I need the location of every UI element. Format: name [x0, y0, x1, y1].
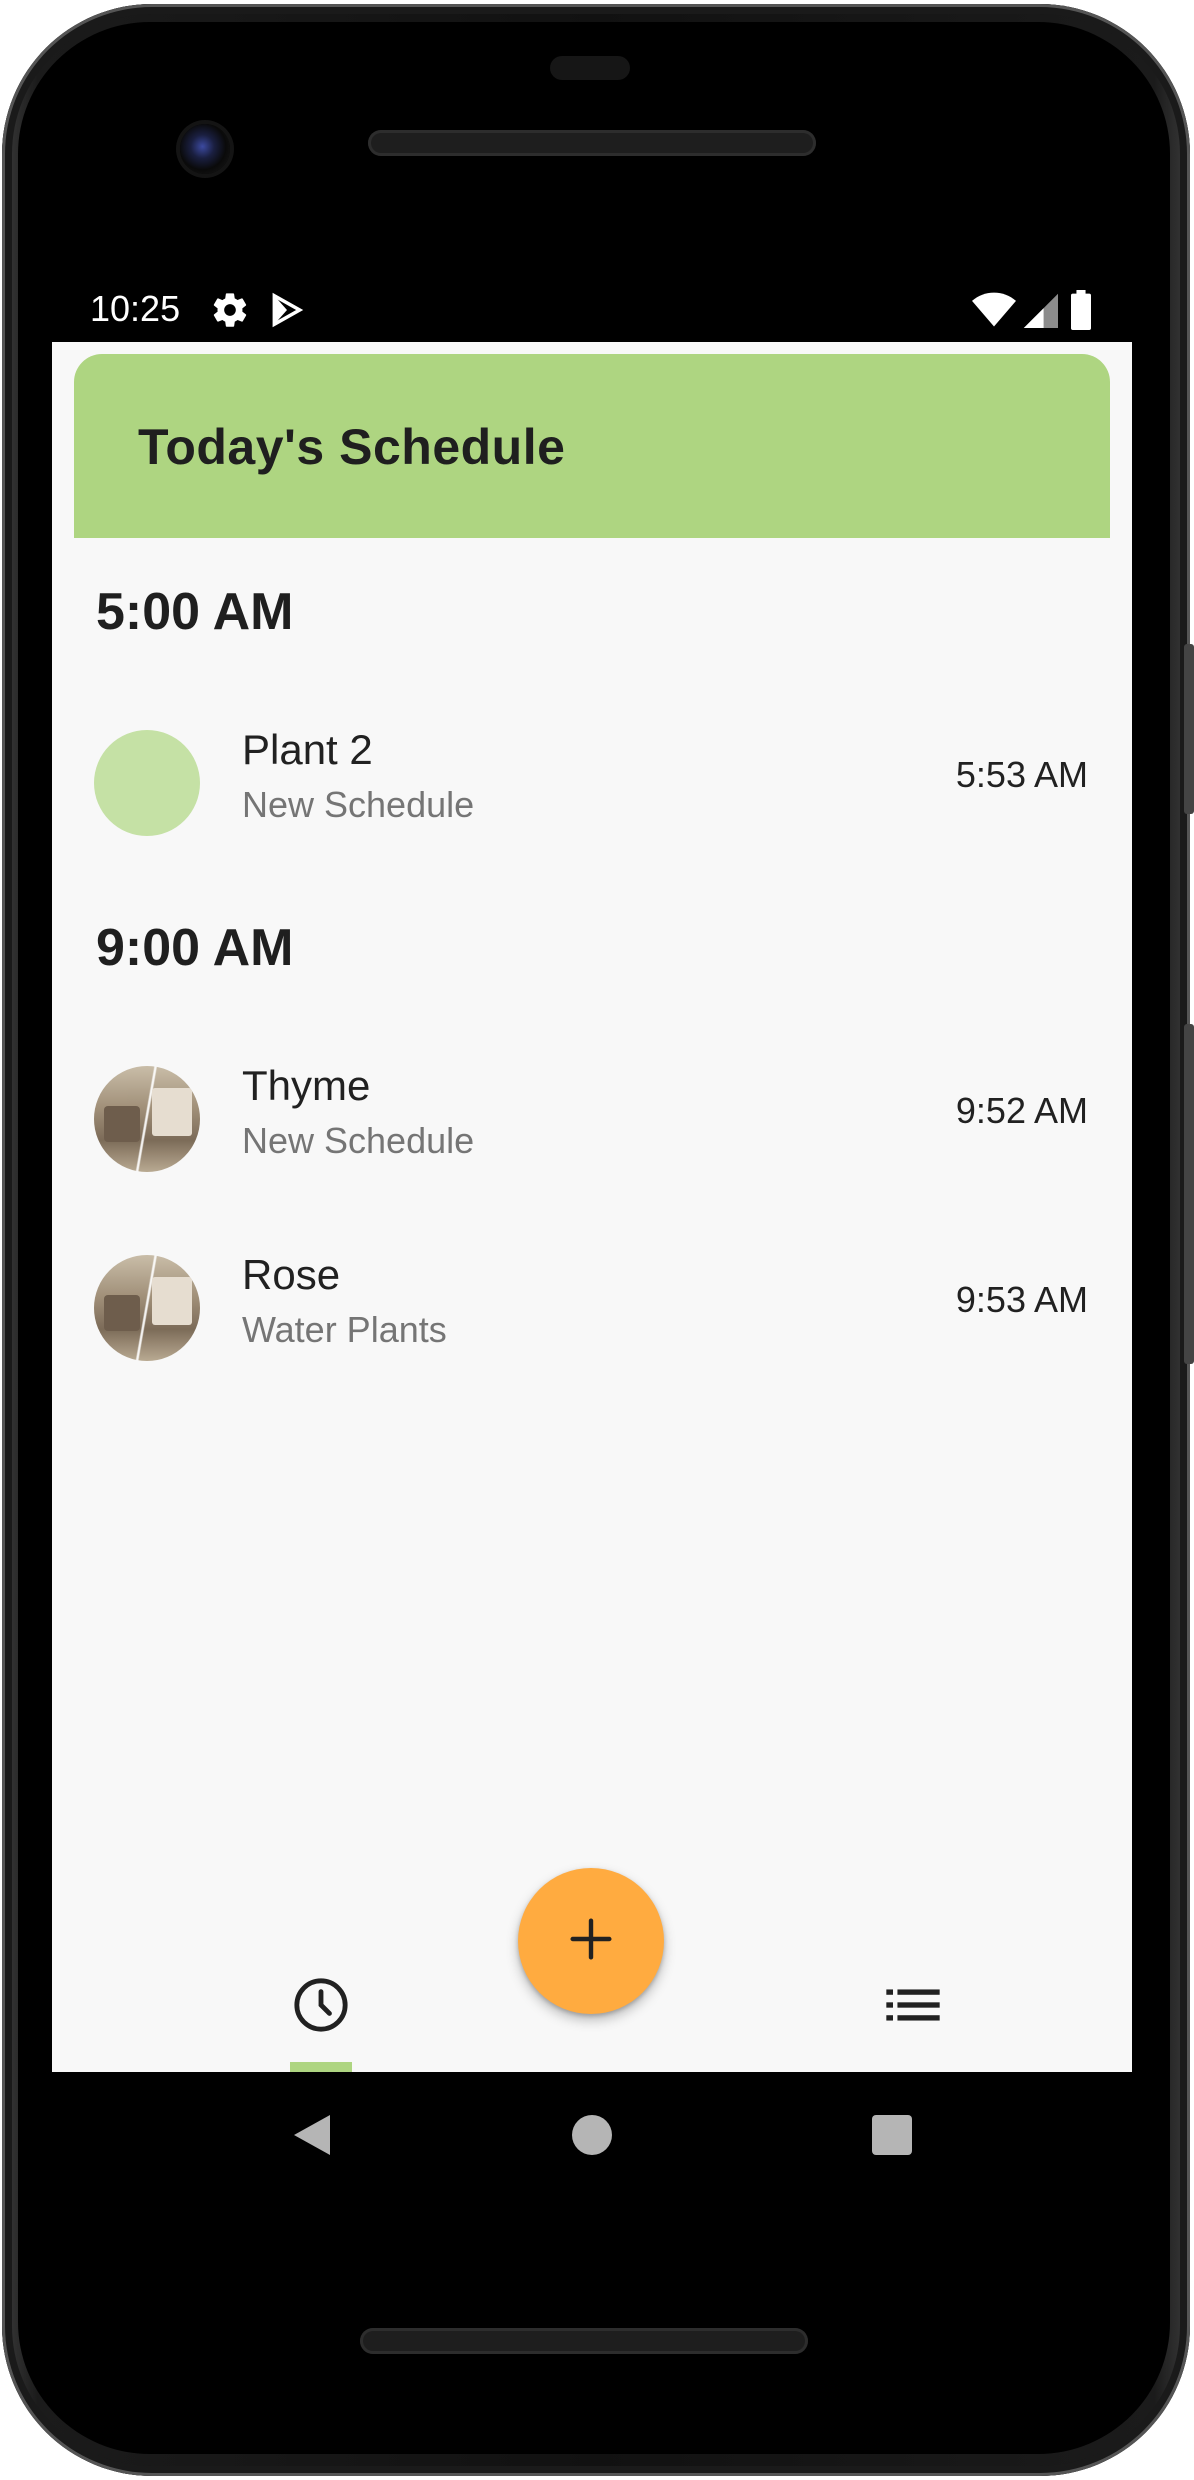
app-screen: Today's Schedule 5:00 AM Plant 2 New Sch…: [52, 342, 1132, 2072]
item-subtitle: New Schedule: [242, 784, 475, 825]
recents-icon: [872, 2114, 912, 2160]
battery-icon: [1070, 290, 1092, 335]
avatar: [94, 730, 200, 836]
section-header: 5:00 AM: [96, 583, 294, 641]
plus-icon: [569, 1917, 613, 1966]
back-button[interactable]: [242, 2072, 382, 2202]
list-item[interactable]: Rose Water Plants 9:53 AM: [52, 1239, 1132, 1379]
bottom-speaker: [360, 2328, 808, 2354]
home-icon: [572, 2114, 612, 2160]
cellular-signal-icon: [1022, 290, 1058, 335]
recents-button[interactable]: [822, 2072, 962, 2202]
wifi-icon: [972, 290, 1016, 335]
list-item[interactable]: Thyme New Schedule 9:52 AM: [52, 1050, 1132, 1190]
item-title: Rose: [242, 1251, 341, 1298]
status-bar: 10:25: [52, 284, 1132, 342]
home-button[interactable]: [522, 2072, 662, 2202]
item-title: Plant 2: [242, 726, 373, 773]
list-icon: [886, 1985, 940, 2030]
top-speaker: [368, 130, 816, 156]
front-camera: [180, 124, 230, 174]
item-time: 9:52 AM: [955, 1090, 1088, 1131]
avatar: [94, 1066, 200, 1172]
device-frame: 10:25 Today's Schedule 5:00 AM Plant 2 N…: [0, 0, 1194, 2480]
section-header: 9:00 AM: [96, 919, 294, 977]
clock-icon: [292, 1976, 350, 2039]
system-navigation-bar: [52, 2072, 1132, 2202]
add-schedule-button[interactable]: [518, 1868, 664, 2014]
selected-tab-indicator: [290, 2062, 352, 2072]
nav-item-list[interactable]: [844, 1942, 982, 2072]
power-button: [1184, 1024, 1194, 1364]
earpiece-slot: [550, 56, 630, 80]
list-item[interactable]: Plant 2 New Schedule 5:53 AM: [52, 714, 1132, 854]
item-subtitle: Water Plants: [242, 1309, 447, 1350]
status-time: 10:25: [90, 288, 181, 329]
volume-button: [1184, 644, 1194, 814]
item-subtitle: New Schedule: [242, 1120, 475, 1161]
item-title: Thyme: [242, 1062, 371, 1109]
play-store-icon: [268, 290, 306, 335]
nav-item-schedule[interactable]: [252, 1942, 390, 2072]
avatar: [94, 1255, 200, 1361]
schedule-header: Today's Schedule: [74, 354, 1110, 538]
back-icon: [292, 2113, 332, 2162]
item-time: 5:53 AM: [955, 754, 1088, 795]
page-title: Today's Schedule: [138, 419, 566, 475]
item-time: 9:53 AM: [955, 1279, 1088, 1320]
settings-icon: [210, 290, 250, 335]
